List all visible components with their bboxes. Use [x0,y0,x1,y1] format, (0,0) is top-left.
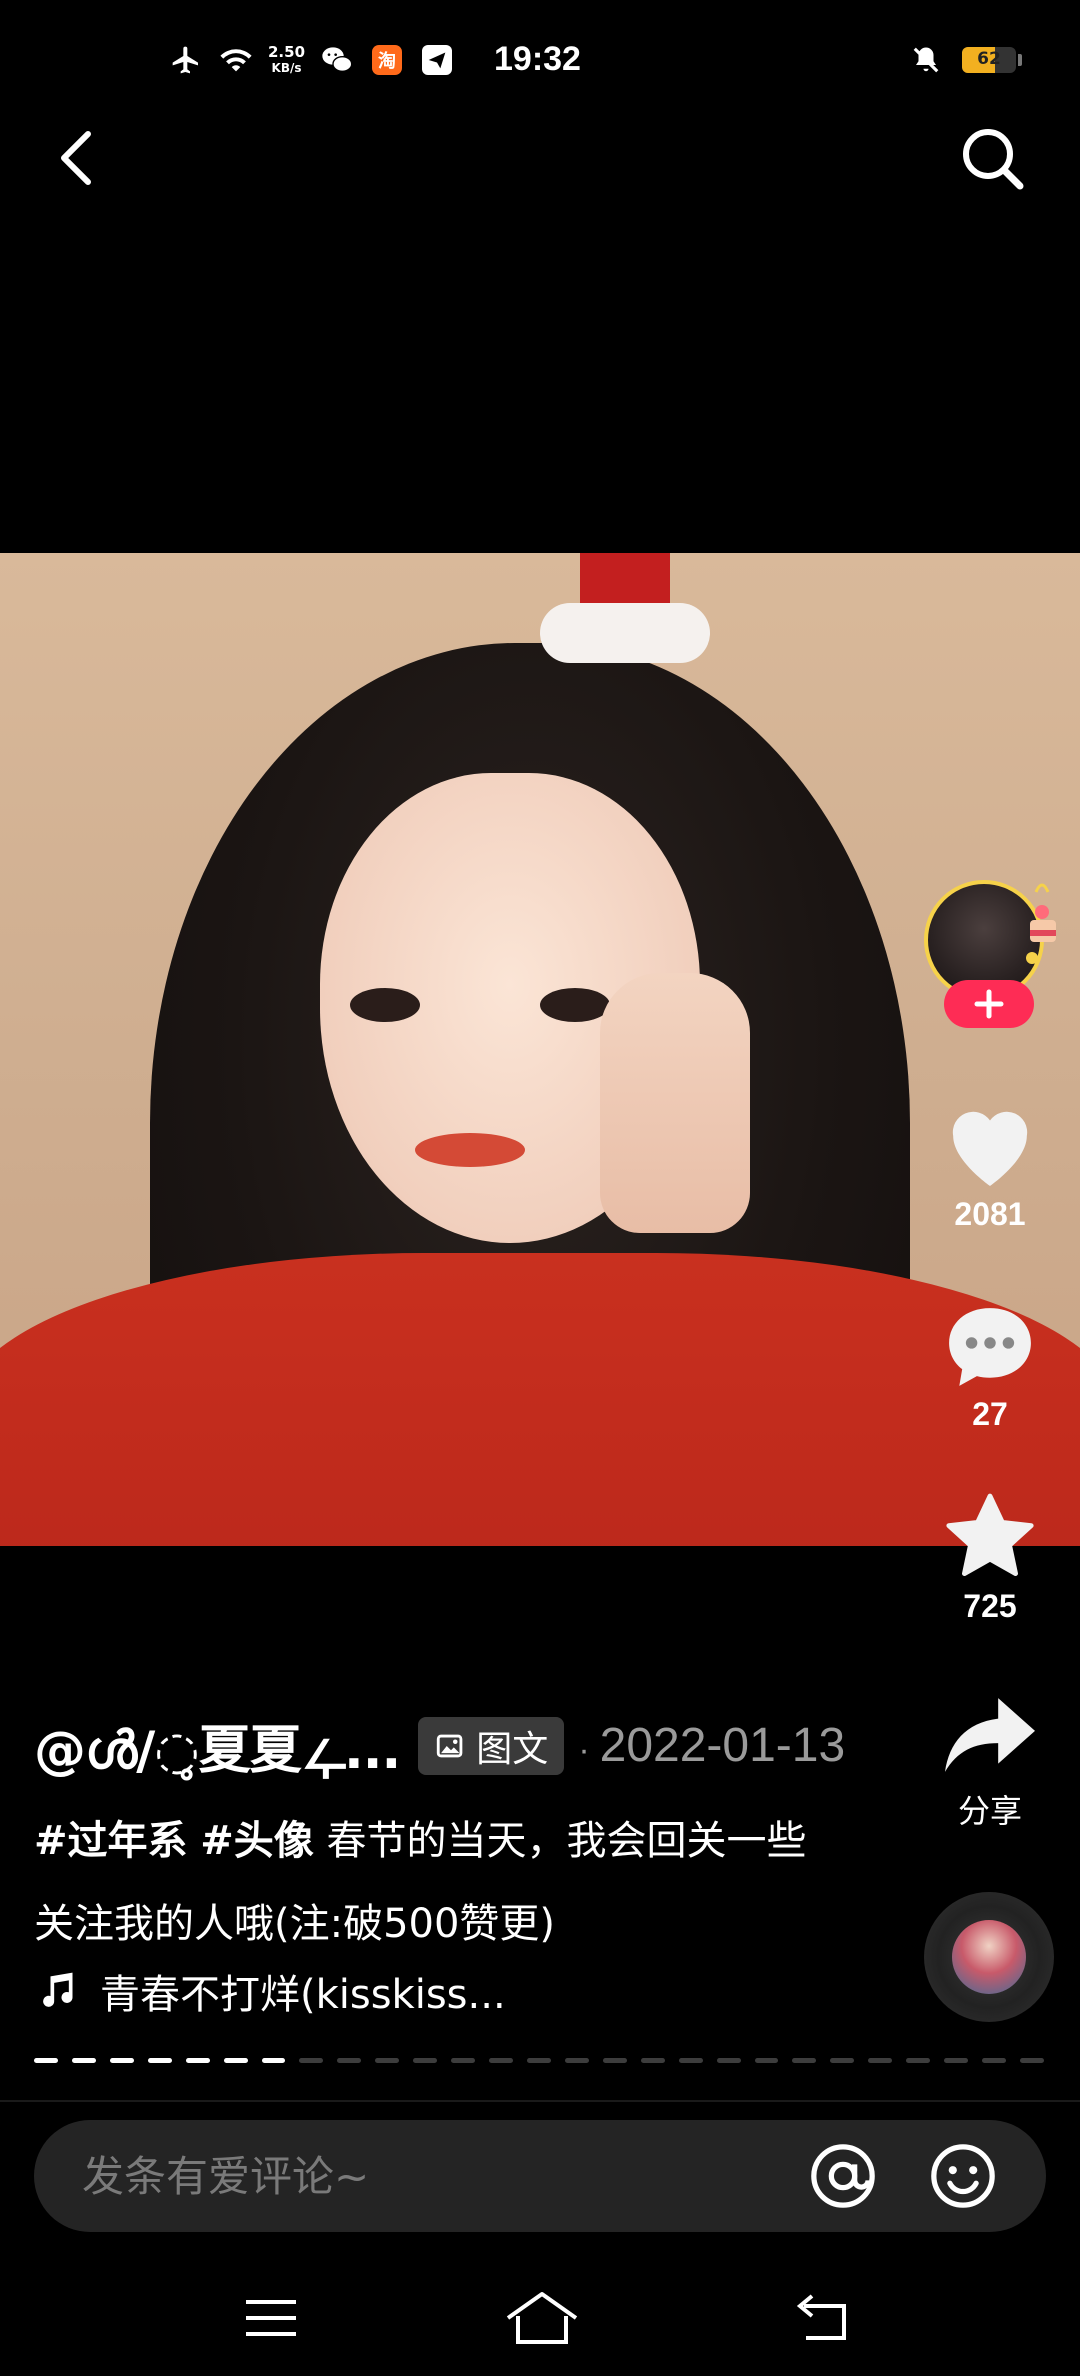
menu-icon [246,2300,296,2336]
page-indicator-segment [678,2058,703,2063]
heart-icon [952,1111,1028,1186]
author-avatar-group [918,880,1068,1040]
page-indicator-segment [754,2058,779,2063]
page-indicator-segment [489,2058,513,2063]
comment-count: 27 [972,1396,1008,1432]
share-label: 分享 [957,1793,1022,1829]
home-button[interactable] [504,2288,578,2348]
page-indicator-segment [147,2058,172,2063]
page-indicator-segment [830,2058,855,2063]
page-indicator-segment [1019,2058,1044,2063]
favorite-count: 725 [963,1588,1017,1624]
menu-button[interactable] [236,2288,306,2348]
home-icon [506,2292,578,2344]
page-indicator-segment [868,2058,893,2063]
wifi-icon [218,42,254,78]
page-indicator-segment [602,2058,627,2063]
post-image[interactable] [0,553,1080,1546]
smiley-icon [931,2144,995,2208]
hashtag[interactable]: #头像 [200,1818,314,1864]
share-button[interactable]: 分享 [920,1690,1060,1832]
system-back-button[interactable] [790,2288,860,2348]
page-indicator [34,2058,1044,2064]
search-button[interactable] [956,122,1028,194]
plus-icon [974,989,1004,1019]
emoji-button[interactable] [926,2139,1000,2213]
post-meta: @ൾ/◌̥夏夏ഺ... 图文 · 2022-01-13 [34,1708,845,1783]
page-indicator-segment [71,2058,96,2063]
page-indicator-segment [337,2058,362,2063]
page-indicator-segment [716,2058,741,2063]
image-santa-hat [540,553,710,673]
post-date: · 2022-01-13 [578,1718,845,1773]
image-text-badge-label: 图文 [476,1728,549,1770]
at-icon [811,2144,875,2208]
search-icon [963,129,1024,190]
page-indicator-segment [185,2058,210,2063]
page-indicator-segment [944,2058,969,2063]
page-indicator-segment [34,2058,58,2063]
comment-input[interactable] [34,2150,806,2202]
music-note-icon [43,1972,73,2007]
like-button[interactable]: 2081 [920,1100,1060,1233]
net-speed: 2.50 KB/s [268,44,305,76]
page-indicator-segment [375,2058,400,2063]
return-icon [796,2294,846,2340]
post-date-value: 2022-01-13 [599,1719,846,1772]
image-text-badge: 图文 [418,1716,565,1775]
music-disc[interactable] [924,1892,1054,2022]
mention-button[interactable] [806,2139,880,2213]
post-caption: #过年系 #头像 春节的当天，我会回关一些关注我的人哦(注:破500赞更) [34,1800,814,1966]
page-indicator-segment [299,2058,324,2063]
page-indicator-segment [413,2058,438,2063]
comment-bubble-icon [949,1308,1031,1386]
battery-icon: 62 [962,47,1016,73]
music-info[interactable]: 青春不打烊(kisskiss... [34,1962,506,2020]
image-icon [437,1734,463,1757]
page-indicator-segment [906,2058,931,2063]
net-speed-unit: KB/s [271,61,302,75]
page-indicator-segment [109,2058,134,2063]
page-indicator-segment [640,2058,665,2063]
airplane-icon [168,42,204,78]
status-right: 62 [908,42,1022,78]
music-title: 青春不打烊(kisskiss... [100,1972,506,2018]
status-icons: 2.50 KB/s 淘 [168,42,455,78]
comment-bar [34,2120,1046,2232]
status-bar: 2.50 KB/s 淘 19:32 62 [0,0,1080,130]
share-arrow-icon [945,1698,1035,1772]
music-cover [952,1920,1026,1994]
author-name[interactable]: @ൾ/◌̥夏夏ഺ... [34,1708,401,1783]
divider [0,2100,1080,2102]
telegram-icon [419,42,455,78]
mute-bell-icon [908,42,944,78]
date-separator: · [578,1731,590,1769]
star-icon [946,1493,1034,1576]
hashtag[interactable]: #过年系 [34,1818,188,1864]
page-indicator-segment [526,2058,551,2063]
page-indicator-segment [564,2058,589,2063]
net-speed-value: 2.50 [268,43,306,61]
taobao-icon: 淘 [369,42,405,78]
page-indicator-segment [792,2058,817,2063]
wechat-icon [319,42,355,78]
like-count: 2081 [954,1196,1026,1232]
page-indicator-segment [261,2058,286,2063]
back-button[interactable] [50,122,110,194]
system-nav-bar [0,2260,1080,2376]
image-hand [600,973,750,1233]
page-indicator-segment [223,2058,248,2063]
battery-level: 62 [977,49,1001,69]
status-time: 19:32 [494,40,581,78]
page-indicator-segment [451,2058,476,2063]
favorite-button[interactable]: 725 [920,1490,1060,1625]
chevron-left-icon [61,131,91,185]
image-sweater [0,1253,1080,1546]
comment-button[interactable]: 27 [920,1300,1060,1433]
follow-button[interactable] [944,980,1034,1028]
page-indicator-segment [982,2058,1006,2063]
cake-decoration-icon [1026,883,1056,964]
